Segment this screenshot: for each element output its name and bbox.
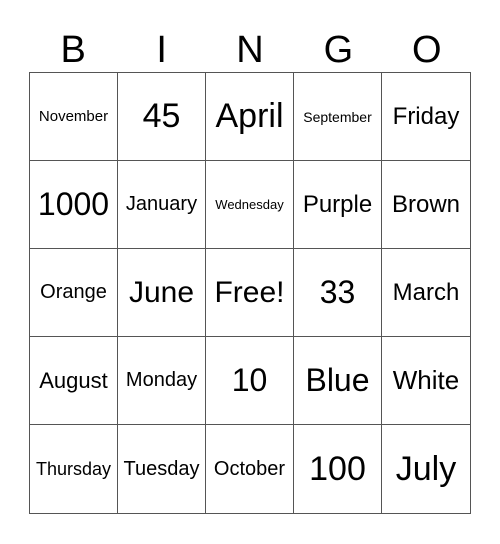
bingo-cell[interactable]: White [382, 337, 470, 425]
header-letter-n: N [236, 29, 264, 71]
bingo-cell[interactable]: January [118, 161, 206, 249]
header-letter-o: O [412, 29, 442, 71]
bingo-cell[interactable]: June [118, 249, 206, 337]
bingo-cell[interactable]: 45 [118, 73, 206, 161]
header-letter-i: I [156, 29, 167, 71]
bingo-header: B I N G O [29, 28, 471, 72]
bingo-cell[interactable]: November [30, 73, 118, 161]
bingo-cell[interactable]: Friday [382, 73, 470, 161]
bingo-cell[interactable]: Blue [294, 337, 382, 425]
bingo-cell[interactable]: Wednesday [206, 161, 294, 249]
bingo-cell[interactable]: Thursday [30, 425, 118, 513]
bingo-cell[interactable]: Purple [294, 161, 382, 249]
bingo-cell[interactable]: August [30, 337, 118, 425]
bingo-cell[interactable]: 10 [206, 337, 294, 425]
bingo-cell free-space[interactable]: Free! [206, 249, 294, 337]
bingo-cell[interactable]: Monday [118, 337, 206, 425]
header-letter-g: G [323, 29, 354, 71]
bingo-cell[interactable]: Brown [382, 161, 470, 249]
bingo-cell[interactable]: 33 [294, 249, 382, 337]
bingo-cell[interactable]: 100 [294, 425, 382, 513]
bingo-cell[interactable]: 1000 [30, 161, 118, 249]
bingo-cell[interactable]: July [382, 425, 470, 513]
bingo-cell[interactable]: October [206, 425, 294, 513]
header-letter-b: B [60, 29, 86, 71]
bingo-cell[interactable]: Orange [30, 249, 118, 337]
bingo-cell[interactable]: April [206, 73, 294, 161]
bingo-cell[interactable]: March [382, 249, 470, 337]
bingo-cell[interactable]: Tuesday [118, 425, 206, 513]
bingo-cell[interactable]: September [294, 73, 382, 161]
bingo-grid: November 45 April September Friday 1000 … [29, 72, 471, 514]
